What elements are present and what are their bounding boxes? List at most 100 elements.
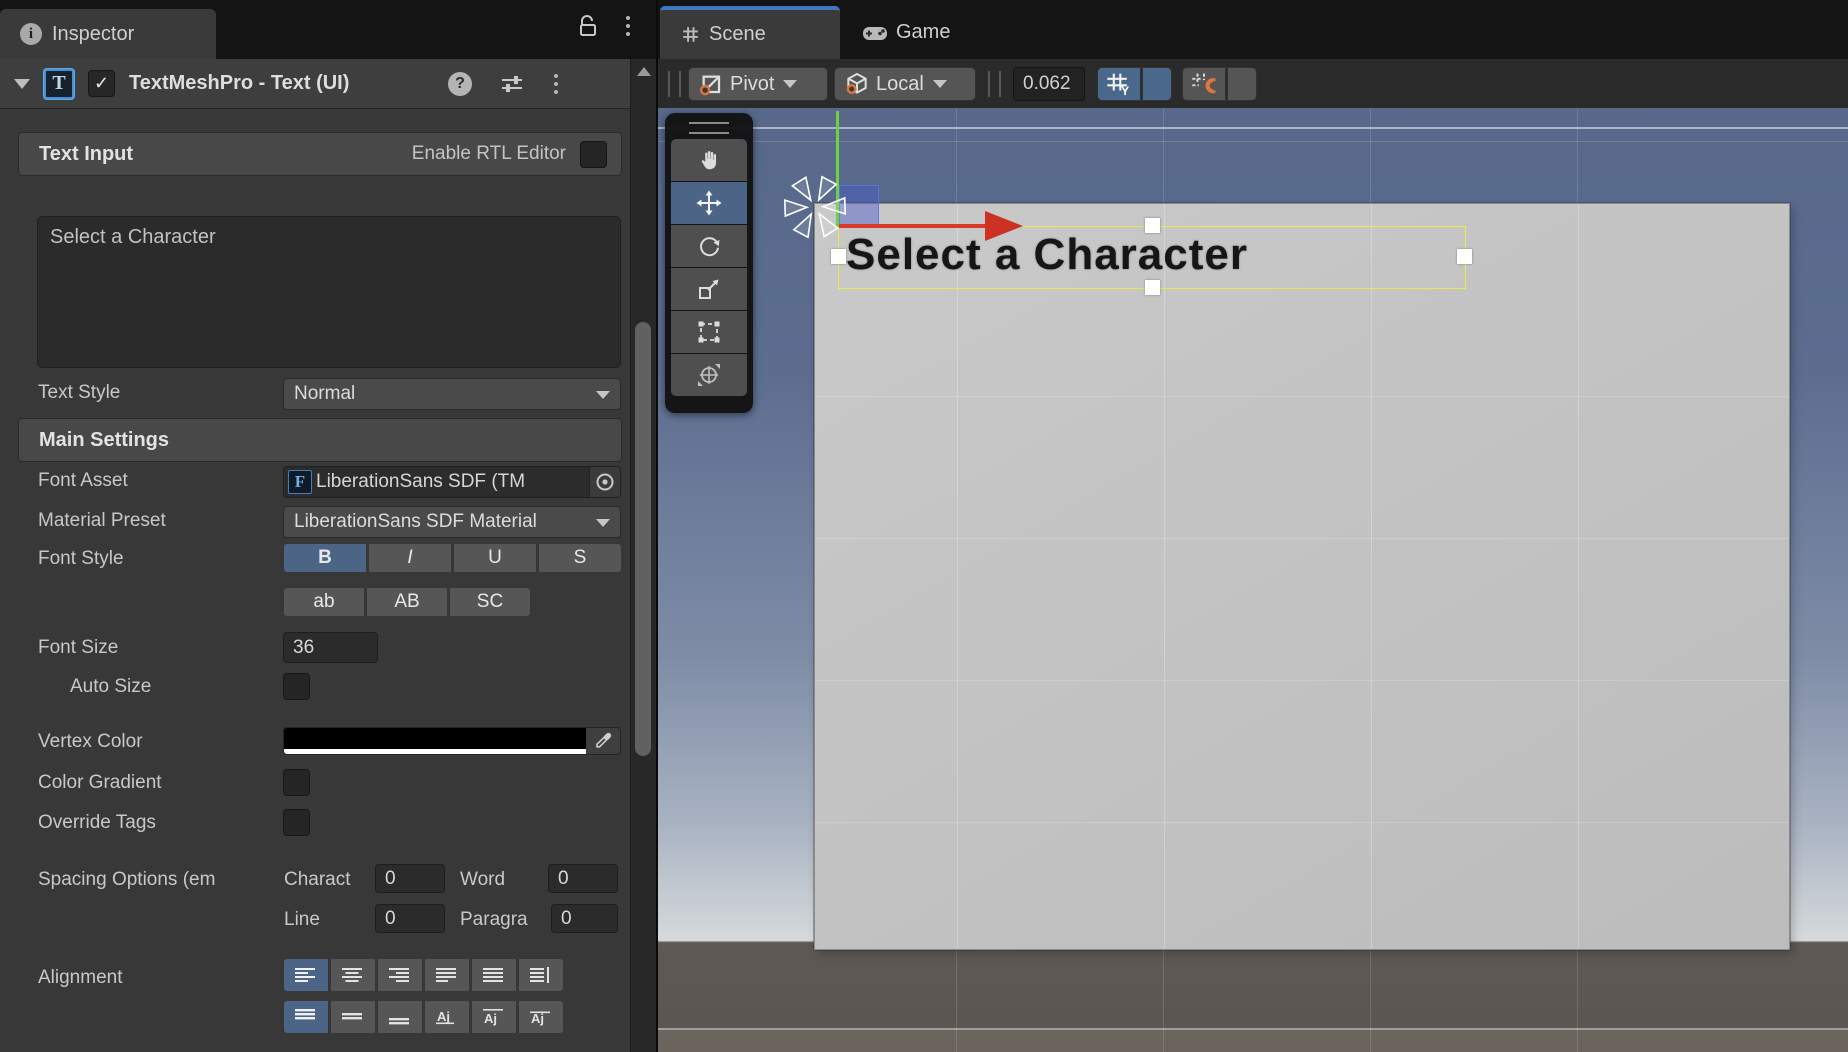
chevron-down-icon (933, 80, 947, 88)
main-settings-section-header[interactable]: Main Settings (18, 418, 622, 462)
presets-icon[interactable] (500, 72, 524, 96)
font-style-uppercase-button[interactable]: AB (366, 587, 448, 617)
toolbar-drag-handle[interactable] (668, 71, 681, 97)
lock-icon[interactable] (578, 14, 598, 38)
rtl-editor-label: Enable RTL Editor (412, 143, 566, 165)
align-capline-button[interactable]: Aj (518, 1000, 564, 1034)
move-tool-button[interactable] (671, 182, 747, 224)
grid-line (658, 1028, 1848, 1030)
align-left-button[interactable] (283, 958, 329, 992)
font-style-label: Font Style (38, 548, 124, 570)
font-style-underline-button[interactable]: U (453, 543, 537, 573)
foldout-arrow-icon[interactable] (14, 79, 30, 89)
spacing-line-field[interactable]: 0 (375, 904, 445, 933)
text-input-field[interactable]: Select a Character (37, 216, 621, 368)
spacing-character-label: Charact (284, 869, 374, 891)
component-enabled-checkbox[interactable]: ✓ (88, 70, 115, 97)
alignment-label: Alignment (38, 967, 123, 989)
pivot-mode-button[interactable]: Pivot (688, 67, 828, 101)
align-top-button[interactable] (283, 1000, 329, 1034)
font-asset-icon: F (288, 470, 312, 494)
anchor-flower-gizmo[interactable] (782, 166, 852, 246)
align-right-button[interactable] (377, 958, 423, 992)
transform-tool-button[interactable] (671, 354, 747, 396)
scale-tool-button[interactable] (671, 268, 747, 310)
inspector-tabbar: i Inspector (0, 0, 656, 60)
chevron-down-icon (596, 391, 610, 399)
spacing-line-label: Line (284, 909, 320, 931)
auto-size-label: Auto Size (70, 676, 151, 698)
align-flush-button[interactable] (471, 958, 517, 992)
font-style-bold-button[interactable]: B (283, 543, 367, 573)
material-preset-value: LiberationSans SDF Material (294, 511, 537, 533)
align-bottom-button[interactable] (377, 1000, 423, 1034)
text-style-dropdown[interactable]: Normal (283, 378, 621, 410)
object-picker-icon[interactable] (589, 467, 620, 497)
scrollbar-thumb[interactable] (635, 322, 651, 756)
help-icon[interactable]: ? (448, 72, 472, 96)
text-input-section-header[interactable]: Text Input Enable RTL Editor (18, 132, 622, 176)
font-style-strikethrough-button[interactable]: S (538, 543, 622, 573)
gizmo-x-arrowhead[interactable] (985, 211, 1023, 241)
spacing-paragraph-field[interactable]: 0 (551, 904, 618, 933)
view-hand-tool-button[interactable] (671, 139, 747, 181)
font-size-field[interactable]: 36 (283, 632, 378, 663)
component-menu-icon[interactable] (552, 72, 560, 96)
grid-visibility-dropdown[interactable] (1142, 67, 1172, 101)
scroll-up-icon[interactable] (637, 67, 651, 76)
align-middle-button[interactable] (330, 1000, 376, 1034)
font-style-lowercase-button[interactable]: ab (283, 587, 365, 617)
scene-panel: Scene Game Pivot Local 0.06 (658, 0, 1848, 1052)
textmeshpro-icon: T (44, 69, 74, 99)
handle-rotation-label: Local (876, 73, 924, 96)
grid-line (815, 680, 1789, 681)
ui-canvas[interactable] (814, 203, 1790, 950)
align-center-button[interactable] (330, 958, 376, 992)
rect-handle-top[interactable] (1145, 218, 1160, 233)
scene-toolbar: Pivot Local 0.062 Y (658, 59, 1848, 109)
toolbar-drag-handle[interactable] (988, 71, 1001, 97)
rtl-editor-checkbox[interactable] (580, 141, 607, 168)
rotate-tool-button[interactable] (671, 225, 747, 267)
text-input-header-label: Text Input (39, 143, 133, 166)
inspector-scrollbar[interactable] (630, 59, 657, 1052)
auto-size-checkbox[interactable] (283, 673, 310, 700)
svg-text:Aj: Aj (531, 1011, 544, 1026)
align-geometry-center-button[interactable] (518, 958, 564, 992)
inspector-menu-icon[interactable] (624, 14, 632, 38)
grid-size-field[interactable]: 0.062 (1013, 67, 1085, 101)
align-midline-button[interactable]: Aj (471, 1000, 517, 1034)
align-baseline-button[interactable]: Aj (424, 1000, 470, 1034)
spacing-character-field[interactable]: 0 (375, 864, 445, 893)
rect-tool-button[interactable] (671, 311, 747, 353)
override-tags-label: Override Tags (38, 812, 156, 834)
tab-inspector[interactable]: i Inspector (0, 9, 216, 59)
material-preset-dropdown[interactable]: LiberationSans SDF Material (283, 506, 621, 538)
handle-rotation-button[interactable]: Local (834, 67, 976, 101)
gizmo-x-axis[interactable] (839, 224, 985, 228)
color-swatch[interactable] (284, 728, 586, 754)
rect-handle-right[interactable] (1457, 249, 1472, 264)
grid-snap-dropdown[interactable] (1227, 67, 1257, 101)
tab-game[interactable]: Game (854, 6, 950, 59)
vertex-color-field[interactable] (283, 727, 621, 755)
tab-scene[interactable]: Scene (660, 6, 840, 59)
override-tags-checkbox[interactable] (283, 809, 310, 836)
align-justified-button[interactable] (424, 958, 470, 992)
scene-tab-label: Scene (709, 23, 766, 46)
rect-handle-left[interactable] (831, 249, 846, 264)
rect-handle-bottom[interactable] (1145, 280, 1160, 295)
grid-snap-toggle[interactable] (1182, 67, 1226, 101)
eyedropper-icon[interactable] (586, 728, 620, 754)
font-style-italic-button[interactable]: I (368, 543, 452, 573)
font-style-smallcaps-button[interactable]: SC (449, 587, 531, 617)
palette-drag-handle[interactable] (689, 122, 729, 134)
chevron-down-icon (783, 80, 797, 88)
scene-viewport[interactable]: Select a Character (658, 108, 1848, 1052)
grid-visibility-toggle[interactable]: Y (1097, 67, 1141, 101)
color-gradient-checkbox[interactable] (283, 769, 310, 796)
spacing-word-field[interactable]: 0 (548, 864, 618, 893)
pivot-mode-label: Pivot (730, 73, 774, 96)
font-asset-object-field[interactable]: F LiberationSans SDF (TM (283, 466, 621, 498)
vertex-color-label: Vertex Color (38, 731, 143, 753)
